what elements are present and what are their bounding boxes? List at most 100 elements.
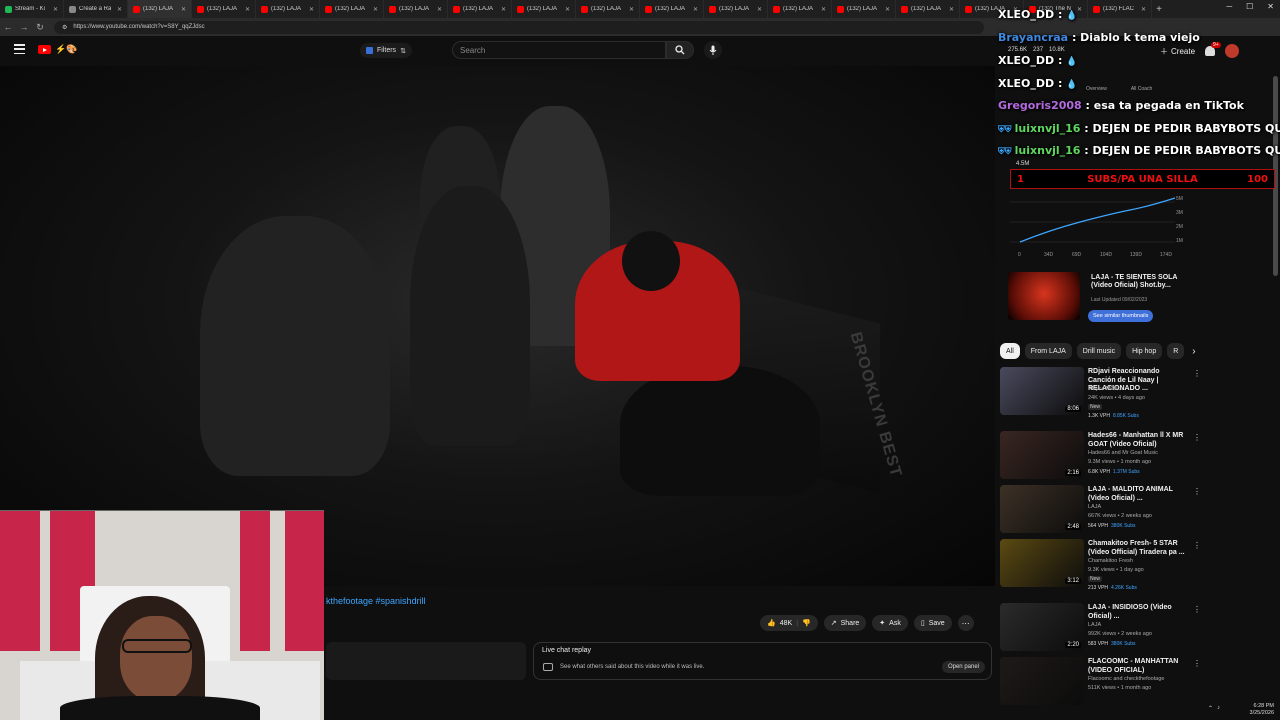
back-icon[interactable]: ← (0, 22, 16, 32)
tab-close-icon[interactable]: ✕ (629, 6, 634, 13)
forward-icon[interactable]: → (16, 22, 32, 32)
browser-tab[interactable]: (132) LAJA ✕ (256, 0, 320, 18)
browser-tab[interactable]: (132) LAJA ✕ (448, 0, 512, 18)
more-actions-button[interactable]: ⋯ (957, 615, 974, 631)
tab-close-icon[interactable]: ✕ (1141, 6, 1146, 13)
browser-tab[interactable]: (132) LAJA ✕ (704, 0, 768, 18)
browser-tab[interactable]: Create a Ra ✕ (64, 0, 128, 18)
chat-separator: : (1054, 54, 1067, 67)
thumbs-down-icon[interactable]: 👎 (802, 619, 811, 627)
new-tab-icon[interactable]: + (1152, 4, 1166, 15)
chevron-right-icon[interactable]: › (1192, 346, 1195, 357)
chip-4[interactable]: R (1167, 343, 1185, 359)
recommended-video[interactable]: 3:12 Chamakitoo Fresh- 5 STAR (Video Offi… (1000, 539, 1201, 595)
tab-overview[interactable]: Overview (1086, 86, 1107, 92)
tab-close-icon[interactable]: ✕ (181, 6, 186, 13)
volume-icon[interactable]: ♪ (1217, 705, 1220, 712)
search-button[interactable] (666, 41, 694, 59)
tab-close-icon[interactable]: ✕ (693, 6, 698, 13)
tab-favicon-icon (197, 5, 204, 13)
tab-close-icon[interactable]: ✕ (501, 6, 506, 13)
browser-tab[interactable]: (132) LAJA ✕ (128, 0, 192, 18)
tab-close-icon[interactable]: ✕ (565, 6, 570, 13)
recommended-video[interactable]: FLACOOMC - MANHATTAN (VIDEO OFICIAL) Flac… (1000, 657, 1201, 713)
similar-updated: Last Updated 09/02/2023 (1091, 297, 1148, 303)
tab-label: (132) LAJA (335, 6, 366, 12)
chip-2[interactable]: Drill music (1076, 343, 1122, 359)
chip-3[interactable]: Hip hop (1126, 343, 1163, 359)
tab-close-icon[interactable]: ✕ (949, 6, 954, 13)
maximize-icon[interactable]: ☐ (1246, 2, 1253, 11)
tab-close-icon[interactable]: ✕ (117, 6, 122, 13)
save-button[interactable]: ▯ Save (913, 615, 952, 631)
site-info-icon[interactable]: ⚙ (62, 24, 67, 31)
recommended-video[interactable]: 2:16 Hades66 - Manhattan ll X MR GOAT (Vi… (1000, 431, 1201, 487)
browser-tab[interactable]: (132) LAJA ✕ (576, 0, 640, 18)
recommended-video[interactable]: 2:48 LAJA - MALDITO ANIMAL (Video Oficial… (1000, 485, 1201, 541)
tab-close-icon[interactable]: ✕ (373, 6, 378, 13)
browser-tab[interactable]: (132) LAJA ✕ (768, 0, 832, 18)
tab-close-icon[interactable]: ✕ (309, 6, 314, 13)
browser-tab[interactable]: (132) LAJA ✕ (320, 0, 384, 18)
video-menu-icon[interactable]: ⋮ (1193, 369, 1201, 378)
tab-close-icon[interactable]: ✕ (245, 6, 250, 13)
address-bar[interactable]: ⚙ https://www.youtube.com/watch?v=S8Y_qq… (54, 20, 984, 34)
video-thumbnail[interactable]: 3:12 (1000, 539, 1084, 587)
notifications-bell-icon[interactable]: 9+ (1205, 42, 1221, 56)
share-button[interactable]: ↗ Share (823, 615, 867, 631)
browser-tab[interactable]: (132) LAJA ✕ (384, 0, 448, 18)
voice-search-button[interactable] (704, 41, 722, 59)
search-icon (675, 45, 685, 55)
browser-tab[interactable]: Stream - Ki ✕ (0, 0, 64, 18)
recommended-video[interactable]: 8:06 RDjavi Reaccionando Canción de Lil N… (1000, 367, 1201, 423)
like-button[interactable]: 👍 48K | 👎 (760, 615, 818, 631)
tray-up-icon[interactable]: ⌃ (1208, 705, 1213, 712)
video-thumbnail[interactable] (1000, 657, 1084, 705)
chip-0[interactable]: All (1000, 343, 1020, 359)
open-panel-button[interactable]: Open panel (941, 661, 985, 673)
video-thumbnail[interactable]: 2:48 (1000, 485, 1084, 533)
browser-tab[interactable]: (132) FLAC ✕ (1088, 0, 1152, 18)
video-menu-icon[interactable]: ⋮ (1193, 433, 1201, 442)
video-thumbnail[interactable]: 8:06 (1000, 367, 1084, 415)
tab-close-icon[interactable]: ✕ (437, 6, 442, 13)
tab-close-icon[interactable]: ✕ (885, 6, 890, 13)
see-similar-button[interactable]: See similar thumbnails (1088, 310, 1154, 322)
recommended-video[interactable]: 2:20 LAJA - INSIDIOSO (Video Oficial) ...… (1000, 603, 1201, 659)
account-avatar[interactable] (1225, 44, 1240, 58)
description-box[interactable] (326, 642, 526, 680)
hamburger-menu-icon[interactable] (14, 44, 25, 54)
tab-favicon-icon (773, 5, 780, 13)
ask-button[interactable]: ✦ Ask (872, 615, 908, 631)
tab-close-icon[interactable]: ✕ (1077, 6, 1082, 13)
video-menu-icon[interactable]: ⋮ (1193, 541, 1201, 550)
browser-tab[interactable]: (132) LAJA ✕ (832, 0, 896, 18)
filters-button[interactable]: Filters ⇅ (360, 43, 412, 58)
browser-tab[interactable]: (132) LAJA ✕ (192, 0, 256, 18)
tab-close-icon[interactable]: ✕ (821, 6, 826, 13)
video-menu-icon[interactable]: ⋮ (1193, 605, 1201, 614)
chat-separator: : (1054, 8, 1067, 21)
chip-1[interactable]: From LAJA (1024, 343, 1072, 359)
video-thumbnail[interactable]: 2:20 (1000, 603, 1084, 651)
close-window-icon[interactable]: ✕ (1267, 2, 1274, 11)
chat-message: Gregoris2008 : esa ta pegada en TikTok (998, 99, 1244, 112)
thumbs-up-icon: 👍 (767, 620, 776, 627)
similar-thumbnail[interactable] (1008, 272, 1080, 320)
browser-tab[interactable]: (132) LAJA ✕ (640, 0, 704, 18)
video-thumbnail[interactable]: 2:16 (1000, 431, 1084, 479)
browser-tab[interactable]: (132) LAJA ✕ (512, 0, 576, 18)
tab-close-icon[interactable]: ✕ (757, 6, 762, 13)
tab-close-icon[interactable]: ✕ (53, 6, 58, 13)
youtube-logo-icon[interactable] (38, 45, 51, 54)
video-hashtags[interactable]: kthefootage #spanishdrill (326, 596, 426, 606)
video-menu-icon[interactable]: ⋮ (1193, 659, 1201, 668)
tab-all-coach[interactable]: All Coach (1131, 86, 1152, 92)
browser-tab[interactable]: (132) LAJA ✕ (896, 0, 960, 18)
search-input[interactable]: Search (452, 41, 666, 59)
video-player[interactable]: BROOKLYN BEST (0, 66, 995, 586)
minimize-icon[interactable]: ─ (1226, 2, 1232, 11)
reload-icon[interactable]: ↻ (32, 22, 48, 33)
create-button[interactable]: ＋ Create (1160, 46, 1195, 57)
video-menu-icon[interactable]: ⋮ (1193, 487, 1201, 496)
